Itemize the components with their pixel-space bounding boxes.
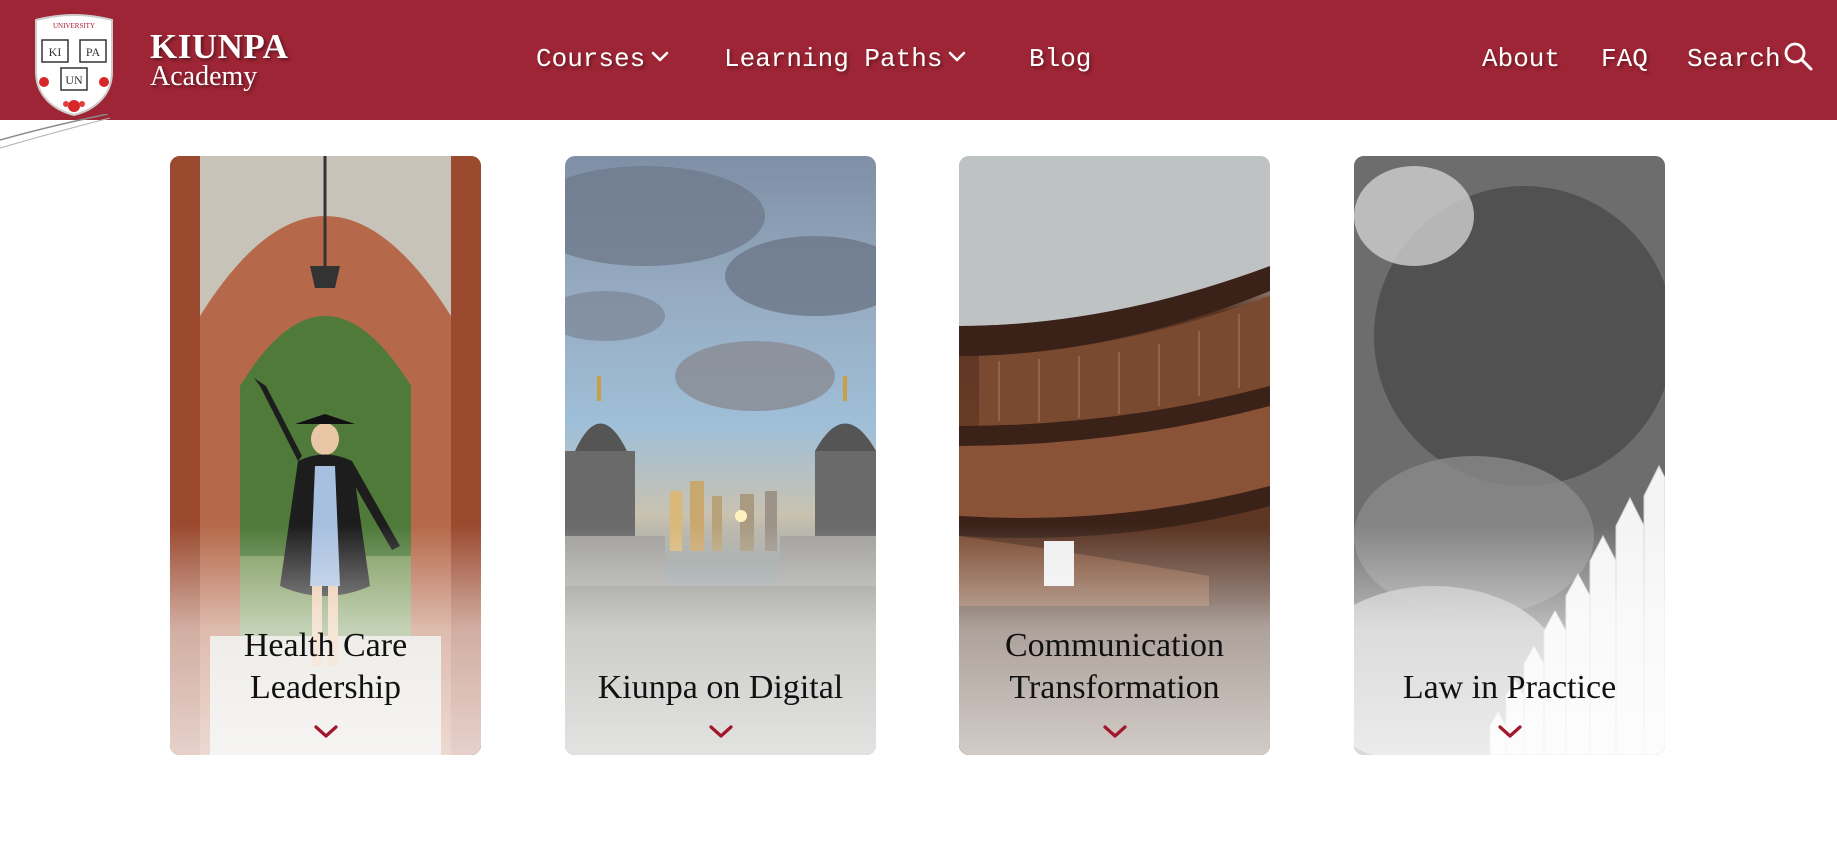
site-header: UNIVERSITY KI PA UN KIUNPA Academy Cours… [0, 0, 1837, 120]
card-title: Kiunpa on Digital [597, 669, 844, 706]
course-card-health-care[interactable]: Health Care Leadership [170, 156, 481, 755]
chevron-down-icon[interactable] [708, 725, 733, 739]
nav-blog[interactable]: Blog [1029, 42, 1091, 76]
brand-subtitle: Academy [150, 61, 258, 92]
logo-letters-left: KI [49, 45, 62, 59]
nav-blog-label: Blog [1029, 44, 1092, 74]
logo-crest-icon: UNIVERSITY KI PA UN [35, 13, 113, 117]
university-logo[interactable]: UNIVERSITY KI PA UN [32, 12, 116, 117]
search-icon [1784, 42, 1813, 71]
card-fade-overlay [1354, 525, 1665, 755]
chevron-down-icon [949, 51, 966, 62]
chevron-down-icon[interactable] [1102, 725, 1127, 739]
nav-courses[interactable]: Courses [536, 42, 669, 76]
logo-top-text: UNIVERSITY [53, 22, 95, 30]
course-card-law[interactable]: Law in Practice [1354, 156, 1665, 755]
chevron-down-icon [651, 51, 669, 62]
course-card-digital[interactable]: Kiunpa on Digital [565, 156, 876, 755]
brand-wordmark[interactable]: KIUNPA Academy [150, 27, 289, 92]
nav-faq-label: FAQ [1601, 44, 1648, 74]
logo-letters-right: PA [86, 45, 101, 59]
course-card-communication[interactable]: Communication Transformation [959, 156, 1270, 755]
brand-name: KIUNPA [150, 27, 289, 66]
nav-learning-paths[interactable]: Learning Paths [724, 42, 966, 76]
nav-search-label: Search [1687, 44, 1781, 74]
nav-learning-paths-label: Learning Paths [724, 44, 943, 74]
nav-courses-label: Courses [536, 44, 646, 74]
nav-search[interactable]: Search [1687, 42, 1813, 76]
nav-about[interactable]: About [1482, 42, 1560, 76]
card-title: Communication Transformation [1004, 627, 1225, 706]
logo-letters-bottom: UN [65, 73, 83, 87]
nav-faq[interactable]: FAQ [1601, 42, 1648, 76]
chevron-down-icon[interactable] [313, 725, 338, 739]
card-title: Law in Practice [1402, 669, 1617, 706]
card-fade-overlay [565, 525, 876, 755]
chevron-down-icon[interactable] [1497, 725, 1522, 739]
decorative-swoosh [0, 114, 110, 149]
card-title: Health Care Leadership [243, 627, 408, 706]
nav-about-label: About [1482, 44, 1561, 74]
